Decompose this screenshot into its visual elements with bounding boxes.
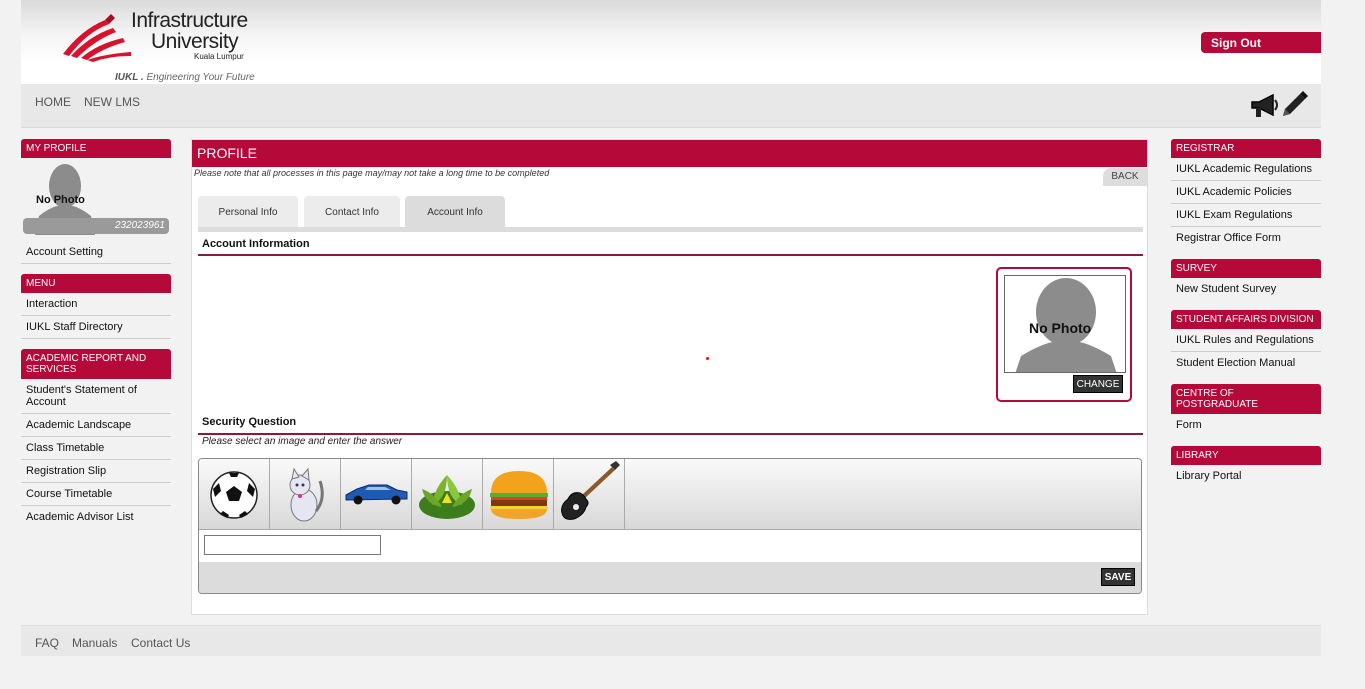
burger-icon — [490, 471, 548, 519]
page-title: PROFILE — [192, 140, 1147, 167]
car-icon — [345, 484, 408, 505]
menu-heading: MENU — [21, 274, 171, 293]
university-logo[interactable]: Infrastructure University Kuala Lumpur I… — [61, 8, 301, 84]
megaphone-icon[interactable] — [1249, 92, 1281, 120]
page-footer: FAQ Manuals Contact Us — [21, 625, 1321, 656]
sign-out-button[interactable]: Sign Out — [1201, 32, 1321, 53]
left-sidebar: MY PROFILE No Photo 232023961 Account Se… — [21, 139, 171, 528]
back-button[interactable]: BACK — [1103, 168, 1147, 186]
tagline-brand: IUKL . — [115, 72, 144, 83]
menu-item-staff-directory[interactable]: IUKL Staff Directory — [21, 316, 171, 339]
affairs-item-election-manual[interactable]: Student Election Manual — [1171, 352, 1321, 374]
nav-icons — [1249, 90, 1309, 120]
section-divider — [198, 433, 1143, 435]
student-affairs-heading: STUDENT AFFAIRS DIVISION — [1171, 310, 1321, 329]
save-button[interactable]: SAVE — [1101, 568, 1135, 586]
save-bar: SAVE — [199, 562, 1141, 593]
profile-photo-frame: No Photo CHANGE — [996, 267, 1132, 402]
profile-panel: PROFILE Please note that all processes i… — [191, 139, 1148, 615]
profile-photo: No Photo — [1004, 275, 1126, 373]
change-photo-button[interactable]: CHANGE — [1073, 375, 1123, 393]
security-instructions: Please select an image and enter the ans… — [202, 436, 403, 447]
loading-indicator — [706, 357, 709, 360]
soccer-ball-icon — [210, 471, 258, 519]
plant-icon — [419, 475, 475, 519]
security-image-option[interactable] — [554, 459, 625, 530]
affairs-item-rules[interactable]: IUKL Rules and Regulations — [1171, 329, 1321, 352]
profile-card: No Photo 232023961 — [21, 158, 171, 235]
right-sidebar: REGISTRAR IUKL Academic Regulations IUKL… — [1171, 139, 1321, 487]
academic-item-advisor-list[interactable]: Academic Advisor List — [21, 506, 171, 528]
security-image-option[interactable] — [412, 459, 483, 530]
academic-item-registration-slip[interactable]: Registration Slip — [21, 460, 171, 483]
account-information-heading: Account Information — [202, 238, 310, 250]
registrar-heading: REGISTRAR — [1171, 139, 1321, 158]
registrar-item-academic-regulations[interactable]: IUKL Academic Regulations — [1171, 158, 1321, 181]
student-id: 232023961 — [23, 218, 169, 234]
account-setting-link[interactable]: Account Setting — [21, 241, 171, 264]
library-item-portal[interactable]: Library Portal — [1171, 465, 1321, 487]
nav-home[interactable]: HOME — [35, 95, 71, 109]
academic-heading: ACADEMIC REPORT AND SERVICES — [21, 349, 171, 379]
security-image-option[interactable] — [483, 459, 554, 530]
registrar-item-exam-regulations[interactable]: IUKL Exam Regulations — [1171, 204, 1321, 227]
academic-item-course-timetable[interactable]: Course Timetable — [21, 483, 171, 506]
postgraduate-heading: CENTRE OF POSTGRADUATE — [1171, 384, 1321, 414]
academic-item-class-timetable[interactable]: Class Timetable — [21, 437, 171, 460]
menu-item-interaction[interactable]: Interaction — [21, 293, 171, 316]
logo-title: Infrastructure University — [131, 10, 248, 52]
page-header: Infrastructure University Kuala Lumpur I… — [21, 0, 1321, 84]
security-image-option[interactable] — [341, 459, 412, 530]
postgraduate-item-form[interactable]: Form — [1171, 414, 1321, 436]
registrar-item-office-form[interactable]: Registrar Office Form — [1171, 227, 1321, 249]
footer-faq[interactable]: FAQ — [35, 636, 59, 650]
security-question-box: SAVE — [198, 458, 1142, 594]
logo-subtitle: Kuala Lumpur — [194, 52, 244, 61]
tab-underline — [198, 227, 1143, 232]
section-divider — [198, 254, 1143, 256]
cat-icon — [289, 467, 324, 522]
my-profile-heading: MY PROFILE — [21, 139, 171, 158]
footer-manuals[interactable]: Manuals — [72, 636, 117, 650]
nav-new-lms[interactable]: NEW LMS — [84, 95, 140, 109]
pencil-icon[interactable] — [1279, 90, 1309, 120]
footer-contact-us[interactable]: Contact Us — [131, 636, 190, 650]
registrar-item-academic-policies[interactable]: IUKL Academic Policies — [1171, 181, 1321, 204]
academic-item-statement[interactable]: Student's Statement of Account — [21, 379, 171, 414]
security-image-row — [199, 459, 1141, 530]
logo-title-line2: University — [151, 30, 239, 53]
logo-title-line1: Infrastructure — [131, 9, 248, 32]
survey-heading: SURVEY — [1171, 259, 1321, 278]
academic-item-landscape[interactable]: Academic Landscape — [21, 414, 171, 437]
library-heading: LIBRARY — [1171, 446, 1321, 465]
tagline: IUKL . Engineering Your Future — [115, 72, 255, 83]
security-image-option[interactable] — [199, 459, 270, 530]
security-image-option[interactable] — [270, 459, 341, 530]
processing-note: Please note that all processes in this p… — [194, 168, 550, 178]
security-question-heading: Security Question — [202, 416, 297, 428]
tagline-text: Engineering Your Future — [146, 72, 255, 83]
no-photo-label: No Photo — [36, 194, 85, 206]
logo-book-icon — [63, 14, 131, 62]
no-photo-label-large: No Photo — [1029, 320, 1092, 336]
survey-item-new-student[interactable]: New Student Survey — [1171, 278, 1321, 300]
security-answer-input[interactable] — [204, 535, 381, 555]
top-nav: HOME NEW LMS — [21, 84, 1321, 128]
guitar-icon — [561, 461, 620, 520]
